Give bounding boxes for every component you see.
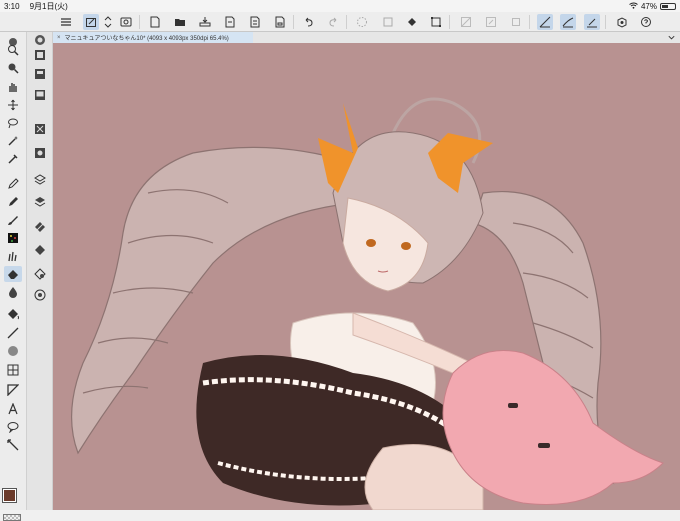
history-icon[interactable] bbox=[32, 219, 48, 235]
sub-view-icon[interactable] bbox=[32, 287, 48, 303]
loading-icon[interactable] bbox=[354, 14, 370, 30]
new-icon[interactable] bbox=[147, 14, 163, 30]
help-icon[interactable] bbox=[638, 14, 654, 30]
zoom-move-icon[interactable] bbox=[4, 60, 22, 76]
material-icon[interactable] bbox=[32, 242, 48, 258]
open-icon[interactable] bbox=[172, 14, 188, 30]
document-tab-bar: × マニュキュアついなちゃん10* (4093 x 4093px 350dpi … bbox=[53, 32, 680, 43]
ruler2-icon[interactable] bbox=[560, 14, 576, 30]
lasso-icon[interactable] bbox=[4, 115, 22, 131]
drawing-canvas[interactable] bbox=[53, 43, 680, 510]
command-bar bbox=[0, 12, 680, 32]
status-date: 9月1日(火) bbox=[29, 1, 68, 11]
nav-icon[interactable] bbox=[32, 32, 48, 48]
ruler-icon[interactable] bbox=[4, 382, 22, 398]
main-color-swatch[interactable] bbox=[2, 488, 17, 503]
export-icon[interactable] bbox=[222, 14, 238, 30]
line-correction-icon[interactable] bbox=[4, 437, 22, 453]
swap-icon[interactable] bbox=[100, 14, 116, 30]
preview-icon[interactable] bbox=[118, 14, 134, 30]
disabled1-icon[interactable] bbox=[458, 14, 474, 30]
decoration-icon[interactable] bbox=[4, 248, 22, 264]
brush-size-icon[interactable] bbox=[32, 66, 48, 82]
settings-icon[interactable] bbox=[614, 14, 630, 30]
redo-icon[interactable] bbox=[325, 14, 341, 30]
ruler1-icon[interactable] bbox=[537, 14, 553, 30]
balloon-icon[interactable] bbox=[4, 419, 22, 435]
status-time: 3:10 bbox=[4, 1, 20, 11]
zoom-icon[interactable] bbox=[4, 42, 22, 58]
brush-icon[interactable] bbox=[4, 212, 22, 228]
move-icon[interactable] bbox=[4, 97, 22, 113]
tool-palette bbox=[0, 32, 27, 521]
text-icon[interactable] bbox=[4, 401, 22, 417]
battery-icon bbox=[660, 2, 676, 10]
gradient-icon[interactable] bbox=[4, 325, 22, 341]
undo-icon[interactable] bbox=[301, 14, 317, 30]
transparent-color-swatch[interactable] bbox=[3, 514, 21, 521]
fill-icon[interactable] bbox=[404, 14, 420, 30]
color-wheel-icon[interactable] bbox=[32, 87, 48, 103]
fill-bucket-icon[interactable] bbox=[4, 306, 22, 322]
chevron-down-icon[interactable] bbox=[667, 33, 676, 42]
save-icon[interactable] bbox=[197, 14, 213, 30]
airbrush-icon[interactable] bbox=[4, 230, 22, 246]
tool-property-icon[interactable] bbox=[32, 47, 48, 63]
color-set-icon[interactable] bbox=[32, 121, 48, 137]
illustration bbox=[71, 97, 664, 510]
document-tab[interactable]: × マニュキュアついなちゃん10* (4093 x 4093px 350dpi … bbox=[53, 32, 253, 43]
export3-icon[interactable] bbox=[272, 14, 288, 30]
status-bar: 3:10 9月1日(火) 47% bbox=[0, 0, 680, 12]
select-layer-icon[interactable] bbox=[83, 14, 99, 30]
approx-color-icon[interactable] bbox=[32, 145, 48, 161]
eyedropper-icon[interactable] bbox=[4, 151, 22, 167]
palette-bar bbox=[27, 32, 53, 510]
wifi-icon bbox=[629, 2, 638, 11]
disabled2-icon[interactable] bbox=[483, 14, 499, 30]
ruler3-icon[interactable] bbox=[584, 14, 600, 30]
magic-wand-icon[interactable] bbox=[4, 133, 22, 149]
menu-icon[interactable] bbox=[58, 14, 74, 30]
frame-icon[interactable] bbox=[4, 362, 22, 378]
document-title: マニュキュアついなちゃん10* (4093 x 4093px 350dpi 65… bbox=[64, 36, 229, 42]
pen-icon[interactable] bbox=[4, 176, 22, 192]
battery-percent: 47% bbox=[640, 1, 657, 11]
blend-icon[interactable] bbox=[4, 284, 22, 300]
export2-icon[interactable] bbox=[247, 14, 263, 30]
clear-icon[interactable] bbox=[380, 14, 396, 30]
layer-icon[interactable] bbox=[32, 172, 48, 188]
disabled3-icon[interactable] bbox=[508, 14, 524, 30]
pencil-icon[interactable] bbox=[4, 194, 22, 210]
close-tab-icon[interactable]: × bbox=[57, 35, 61, 41]
layer-property-icon[interactable] bbox=[32, 194, 48, 210]
eraser-icon[interactable] bbox=[4, 266, 22, 282]
transform-icon[interactable] bbox=[428, 14, 444, 30]
hand-icon[interactable] bbox=[4, 79, 22, 95]
search-layer-icon[interactable] bbox=[32, 266, 48, 282]
figure-icon[interactable] bbox=[4, 343, 22, 359]
